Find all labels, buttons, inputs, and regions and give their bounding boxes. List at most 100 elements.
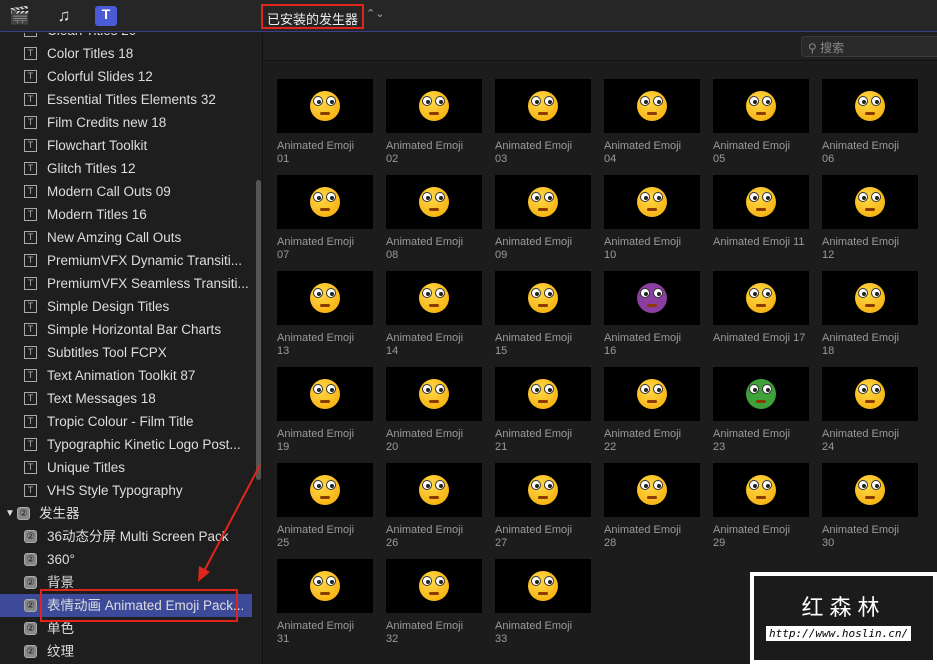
emoji-tile[interactable]: Animated Emoji 10	[604, 175, 700, 262]
emoji-tile[interactable]: Animated Emoji 08	[386, 175, 482, 262]
thumbnail[interactable]	[713, 271, 809, 325]
sidebar-item[interactable]: T Typographic Kinetic Logo Post...	[0, 433, 252, 456]
sidebar-item[interactable]: ② 360°	[0, 548, 252, 571]
thumbnail[interactable]	[604, 367, 700, 421]
emoji-tile[interactable]: Animated Emoji 27	[495, 463, 591, 550]
thumbnail[interactable]	[386, 79, 482, 133]
thumbnail[interactable]	[495, 463, 591, 517]
thumbnail[interactable]	[604, 271, 700, 325]
music-photo-icon[interactable]: ♫	[53, 6, 75, 26]
sidebar-item[interactable]: T Simple Horizontal Bar Charts	[0, 318, 252, 341]
thumbnail[interactable]	[277, 367, 373, 421]
sidebar-item[interactable]: T Essential Titles Elements 32	[0, 88, 252, 111]
generators-header[interactable]: ▼ ② 发生器	[0, 502, 252, 525]
thumbnail[interactable]	[822, 367, 918, 421]
sidebar-item[interactable]: T Colorful Slides 12	[0, 65, 252, 88]
thumbnail[interactable]	[386, 271, 482, 325]
emoji-tile[interactable]: Animated Emoji 25	[277, 463, 373, 550]
thumbnail[interactable]	[495, 367, 591, 421]
emoji-tile[interactable]: Animated Emoji 33	[495, 559, 591, 646]
emoji-tile[interactable]: Animated Emoji 09	[495, 175, 591, 262]
thumbnail[interactable]	[277, 463, 373, 517]
emoji-tile[interactable]: Animated Emoji 22	[604, 367, 700, 454]
emoji-tile[interactable]: Animated Emoji 12	[822, 175, 918, 262]
emoji-tile[interactable]: Animated Emoji 30	[822, 463, 918, 550]
sidebar-item[interactable]: T Modern Call Outs 09	[0, 180, 252, 203]
emoji-tile[interactable]: Animated Emoji 31	[277, 559, 373, 646]
emoji-tile[interactable]: Animated Emoji 19	[277, 367, 373, 454]
thumbnail[interactable]	[822, 271, 918, 325]
thumbnail[interactable]	[386, 559, 482, 613]
thumbnail[interactable]	[386, 463, 482, 517]
sidebar-item[interactable]: T VHS Style Typography	[0, 479, 252, 502]
thumbnail[interactable]	[604, 463, 700, 517]
emoji-tile[interactable]: Animated Emoji 18	[822, 271, 918, 358]
generator-icon: ②	[24, 553, 37, 566]
emoji-tile[interactable]: Animated Emoji 21	[495, 367, 591, 454]
thumbnail[interactable]	[604, 79, 700, 133]
sidebar-item[interactable]: T Clean Titles 20	[0, 33, 252, 42]
sidebar-item[interactable]: T PremiumVFX Dynamic Transiti...	[0, 249, 252, 272]
sidebar-item[interactable]: T PremiumVFX Seamless Transiti...	[0, 272, 252, 295]
sidebar-item[interactable]: T Glitch Titles 12	[0, 157, 252, 180]
emoji-tile[interactable]: Animated Emoji 24	[822, 367, 918, 454]
emoji-tile[interactable]: Animated Emoji 04	[604, 79, 700, 166]
titles-generators-icon[interactable]: T	[95, 6, 117, 26]
emoji-tile[interactable]: Animated Emoji 17	[713, 271, 809, 345]
emoji-tile[interactable]: Animated Emoji 11	[713, 175, 809, 249]
emoji-tile[interactable]: Animated Emoji 15	[495, 271, 591, 358]
emoji-tile[interactable]: Animated Emoji 01	[277, 79, 373, 166]
emoji-tile[interactable]: Animated Emoji 29	[713, 463, 809, 550]
emoji-tile[interactable]: Animated Emoji 06	[822, 79, 918, 166]
thumbnail[interactable]	[822, 463, 918, 517]
sidebar-item[interactable]: T Color Titles 18	[0, 42, 252, 65]
sidebar-item[interactable]: T Modern Titles 16	[0, 203, 252, 226]
emoji-tile[interactable]: Animated Emoji 02	[386, 79, 482, 166]
thumbnail[interactable]	[277, 79, 373, 133]
sidebar-item[interactable]: ② 纹理	[0, 640, 252, 663]
sidebar-item[interactable]: T Unique Titles	[0, 456, 252, 479]
sidebar-item[interactable]: T Simple Design Titles	[0, 295, 252, 318]
sidebar-item[interactable]: T Tropic Colour - Film Title	[0, 410, 252, 433]
thumbnail[interactable]	[386, 175, 482, 229]
emoji-tile[interactable]: Animated Emoji 14	[386, 271, 482, 358]
thumbnail[interactable]	[713, 463, 809, 517]
thumbnail[interactable]	[495, 79, 591, 133]
thumbnail[interactable]	[713, 175, 809, 229]
sidebar-item[interactable]: T Flowchart Toolkit	[0, 134, 252, 157]
thumbnail[interactable]	[604, 175, 700, 229]
sidebar-item[interactable]: T Subtitles Tool FCPX	[0, 341, 252, 364]
sidebar-item[interactable]: T Film Credits new 18	[0, 111, 252, 134]
sidebar-item[interactable]: T Text Messages 18	[0, 387, 252, 410]
emoji-tile[interactable]: Animated Emoji 03	[495, 79, 591, 166]
search-input[interactable]: ⚲ 搜索	[801, 36, 937, 57]
emoji-tile[interactable]: Animated Emoji 05	[713, 79, 809, 166]
emoji-tile[interactable]: Animated Emoji 20	[386, 367, 482, 454]
chevron-updown-icon[interactable]: ⌃⌄	[366, 7, 384, 20]
library-select[interactable]: 已安装的发生器	[261, 4, 365, 29]
sidebar-item[interactable]: T New Amzing Call Outs	[0, 226, 252, 249]
thumbnail[interactable]	[822, 79, 918, 133]
sidebar-item[interactable]: T Text Animation Toolkit 87	[0, 364, 252, 387]
disclosure-triangle-icon[interactable]: ▼	[5, 502, 15, 525]
thumbnail[interactable]	[495, 271, 591, 325]
emoji-tile[interactable]: Animated Emoji 07	[277, 175, 373, 262]
thumbnail[interactable]	[277, 175, 373, 229]
thumbnail[interactable]	[386, 367, 482, 421]
thumbnail[interactable]	[713, 367, 809, 421]
thumbnail[interactable]	[277, 271, 373, 325]
thumbnail[interactable]	[277, 559, 373, 613]
emoji-tile[interactable]: Animated Emoji 16	[604, 271, 700, 358]
emoji-tile[interactable]: Animated Emoji 13	[277, 271, 373, 358]
sidebar-scrollbar[interactable]	[256, 180, 261, 480]
emoji-tile[interactable]: Animated Emoji 26	[386, 463, 482, 550]
thumbnail[interactable]	[713, 79, 809, 133]
sidebar-item[interactable]: ② 36动态分屏 Multi Screen Pack	[0, 525, 252, 548]
emoji-tile[interactable]: Animated Emoji 28	[604, 463, 700, 550]
thumbnail[interactable]	[822, 175, 918, 229]
clapper-star-icon[interactable]: 🎬	[9, 6, 31, 26]
emoji-tile[interactable]: Animated Emoji 23	[713, 367, 809, 454]
thumbnail[interactable]	[495, 175, 591, 229]
thumbnail[interactable]	[495, 559, 591, 613]
emoji-tile[interactable]: Animated Emoji 32	[386, 559, 482, 646]
